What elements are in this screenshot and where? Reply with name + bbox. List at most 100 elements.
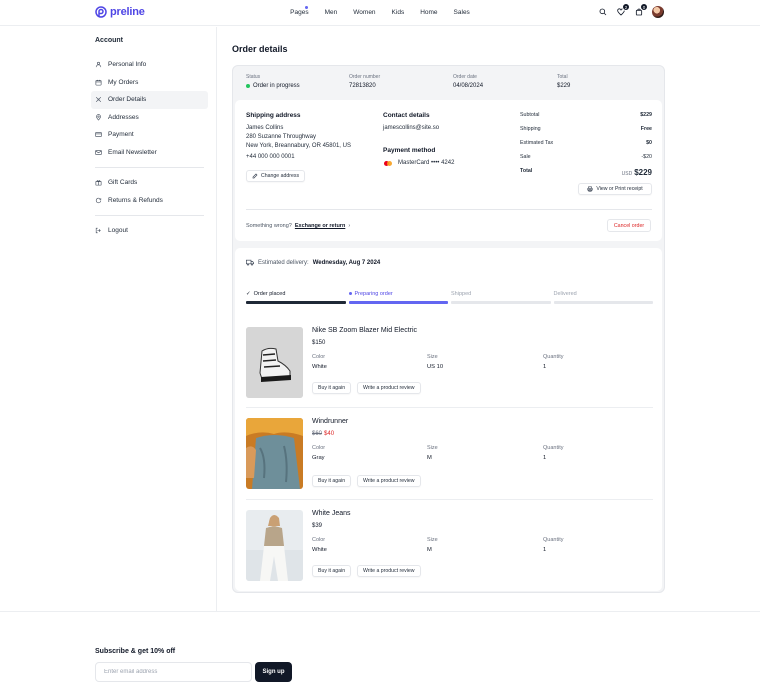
sidebar-item-gift-cards[interactable]: Gift Cards — [91, 174, 208, 192]
exchange-return-link[interactable]: Exchange or return — [295, 223, 345, 229]
nav-home[interactable]: Home — [412, 9, 445, 16]
view-print-receipt-button[interactable]: View or Print receipt — [578, 183, 652, 195]
sidebar-item-my-orders[interactable]: My Orders — [91, 74, 208, 92]
attr-label: Size — [427, 445, 438, 451]
sidebar-item-addresses[interactable]: Addresses — [91, 109, 208, 127]
wishlist-button[interactable]: 2 — [616, 3, 630, 17]
original-price: $60 — [312, 431, 323, 437]
order-progress: ✓ Order placed Preparing order Shipped De… — [246, 289, 653, 304]
contact-details-section: Contact details jamescollins@site.so — [383, 112, 439, 133]
panel-divider — [246, 209, 652, 210]
sidebar-item-label: Payment — [108, 131, 134, 139]
sidebar-item-label: Returns & Refunds — [108, 196, 163, 204]
attr-value: M — [427, 547, 432, 553]
nav-men[interactable]: Men — [317, 9, 346, 16]
price-value: $39 — [312, 523, 323, 529]
sidebar-item-label: My Orders — [108, 78, 139, 86]
sidebar-item-logout[interactable]: Logout — [91, 222, 208, 240]
write-review-button[interactable]: Write a product review — [357, 475, 421, 487]
product-name[interactable]: Nike SB Zoom Blazer Mid Electric — [312, 327, 417, 334]
credit-card-icon — [95, 132, 102, 138]
issue-row: Something wrong? Exchange or return › — [246, 223, 350, 229]
step-label: Delivered — [554, 289, 654, 298]
map-pin-icon — [96, 114, 101, 121]
buy-again-button[interactable]: Buy it again — [312, 475, 352, 487]
summary-label: Order number — [349, 74, 381, 80]
status-value: Order in progress — [246, 83, 300, 89]
user-avatar[interactable] — [652, 6, 664, 18]
active-dot-icon — [348, 292, 352, 295]
nav-sales[interactable]: Sales — [446, 9, 478, 16]
order-summary: Status Order in progress Order number 72… — [233, 66, 664, 97]
sidebar-item-payment[interactable]: Payment — [91, 126, 208, 144]
subscribe-title: Subscribe & get 10% off — [95, 648, 176, 655]
calendar-icon — [95, 79, 102, 86]
check-icon: ✓ — [246, 290, 251, 297]
payment-method-title: Payment method — [383, 147, 436, 154]
buy-again-button[interactable]: Buy it again — [312, 565, 352, 577]
cart-count-badge: 0 — [640, 3, 648, 11]
totals-row-tax: Estimated Tax $0 — [520, 140, 652, 154]
white-jeans-illustration — [246, 510, 303, 581]
status-dot — [246, 84, 250, 88]
sidebar-item-order-details[interactable]: Order Details — [91, 91, 208, 109]
list-item: White Jeans $39 Color White Size M Quantit… — [246, 510, 653, 582]
attr-label: Size — [427, 537, 438, 543]
totals-row-total: Total USD $229 — [520, 168, 652, 182]
contact-details-title: Contact details — [383, 112, 430, 119]
shipping-city: New York, Breannabury, OR 45801, US — [246, 142, 351, 149]
sidebar-divider — [95, 215, 204, 216]
product-image-windrunner[interactable] — [246, 418, 303, 489]
product-image-sneaker[interactable] — [246, 327, 303, 398]
user-icon — [95, 62, 102, 68]
attr-quantity: Quantity 1 — [543, 445, 563, 461]
sidebar-item-label: Email Newsletter — [108, 148, 157, 156]
contact-email: jamescollins@site.so — [383, 125, 440, 131]
search-icon[interactable] — [598, 7, 608, 17]
order-card: Status Order in progress Order number 72… — [232, 65, 665, 593]
issue-text: Something wrong? — [246, 223, 292, 229]
attr-value: White — [312, 547, 327, 553]
step-delivered: Delivered — [553, 289, 654, 304]
nav-women[interactable]: Women — [345, 9, 383, 16]
logout-icon — [95, 228, 101, 234]
subscribe-email-input[interactable] — [95, 662, 252, 682]
delivery-date: Wednesday, Aug 7 2024 — [312, 259, 381, 266]
cart-button[interactable]: 0 — [634, 3, 648, 17]
attr-size: Size M — [427, 445, 438, 461]
buy-again-button[interactable]: Buy it again — [312, 382, 352, 394]
attr-value: 1 — [543, 364, 547, 370]
totals-value: -$20 — [641, 154, 652, 160]
nav-kids[interactable]: Kids — [384, 9, 413, 16]
sidebar-item-returns-refunds[interactable]: Returns & Refunds — [91, 192, 208, 210]
step-text: Order placed — [253, 290, 286, 297]
currency-code: USD — [621, 171, 633, 177]
delivery-panel: Estimated delivery: Wednesday, Aug 7 202… — [235, 248, 662, 591]
attr-label: Color — [312, 354, 326, 360]
change-address-label: Change address — [261, 173, 300, 179]
product-name[interactable]: White Jeans — [312, 510, 351, 517]
cancel-order-button[interactable]: Cancel order — [607, 219, 651, 232]
step-text: Preparing order — [354, 290, 393, 297]
attr-value: 1 — [543, 547, 547, 553]
sneaker-illustration — [246, 327, 303, 398]
nav-pages[interactable]: Pages — [282, 9, 316, 16]
sign-up-button[interactable]: Sign up — [255, 662, 292, 682]
attr-value: Gray — [312, 455, 325, 461]
change-address-button[interactable]: Change address — [246, 170, 306, 182]
sidebar-item-email-newsletter[interactable]: Email Newsletter — [91, 144, 208, 162]
step-bar — [451, 301, 551, 304]
summary-label: Total — [557, 74, 568, 80]
attr-value: White — [312, 364, 327, 370]
attr-quantity: Quantity 1 — [543, 537, 563, 553]
write-review-button[interactable]: Write a product review — [357, 382, 421, 394]
attr-color: Color White — [312, 354, 327, 370]
attr-quantity: Quantity 1 — [543, 354, 563, 370]
summary-order-date: Order date 04/08/2024 — [453, 74, 483, 89]
totals-value: $229 — [640, 112, 652, 118]
write-review-button[interactable]: Write a product review — [357, 565, 421, 577]
totals-row-subtotal: Subtotal $229 — [520, 112, 652, 126]
product-name[interactable]: Windrunner — [312, 418, 348, 425]
sidebar-item-personal-info[interactable]: Personal Info — [91, 56, 208, 74]
product-image-white-jeans[interactable] — [246, 510, 303, 581]
